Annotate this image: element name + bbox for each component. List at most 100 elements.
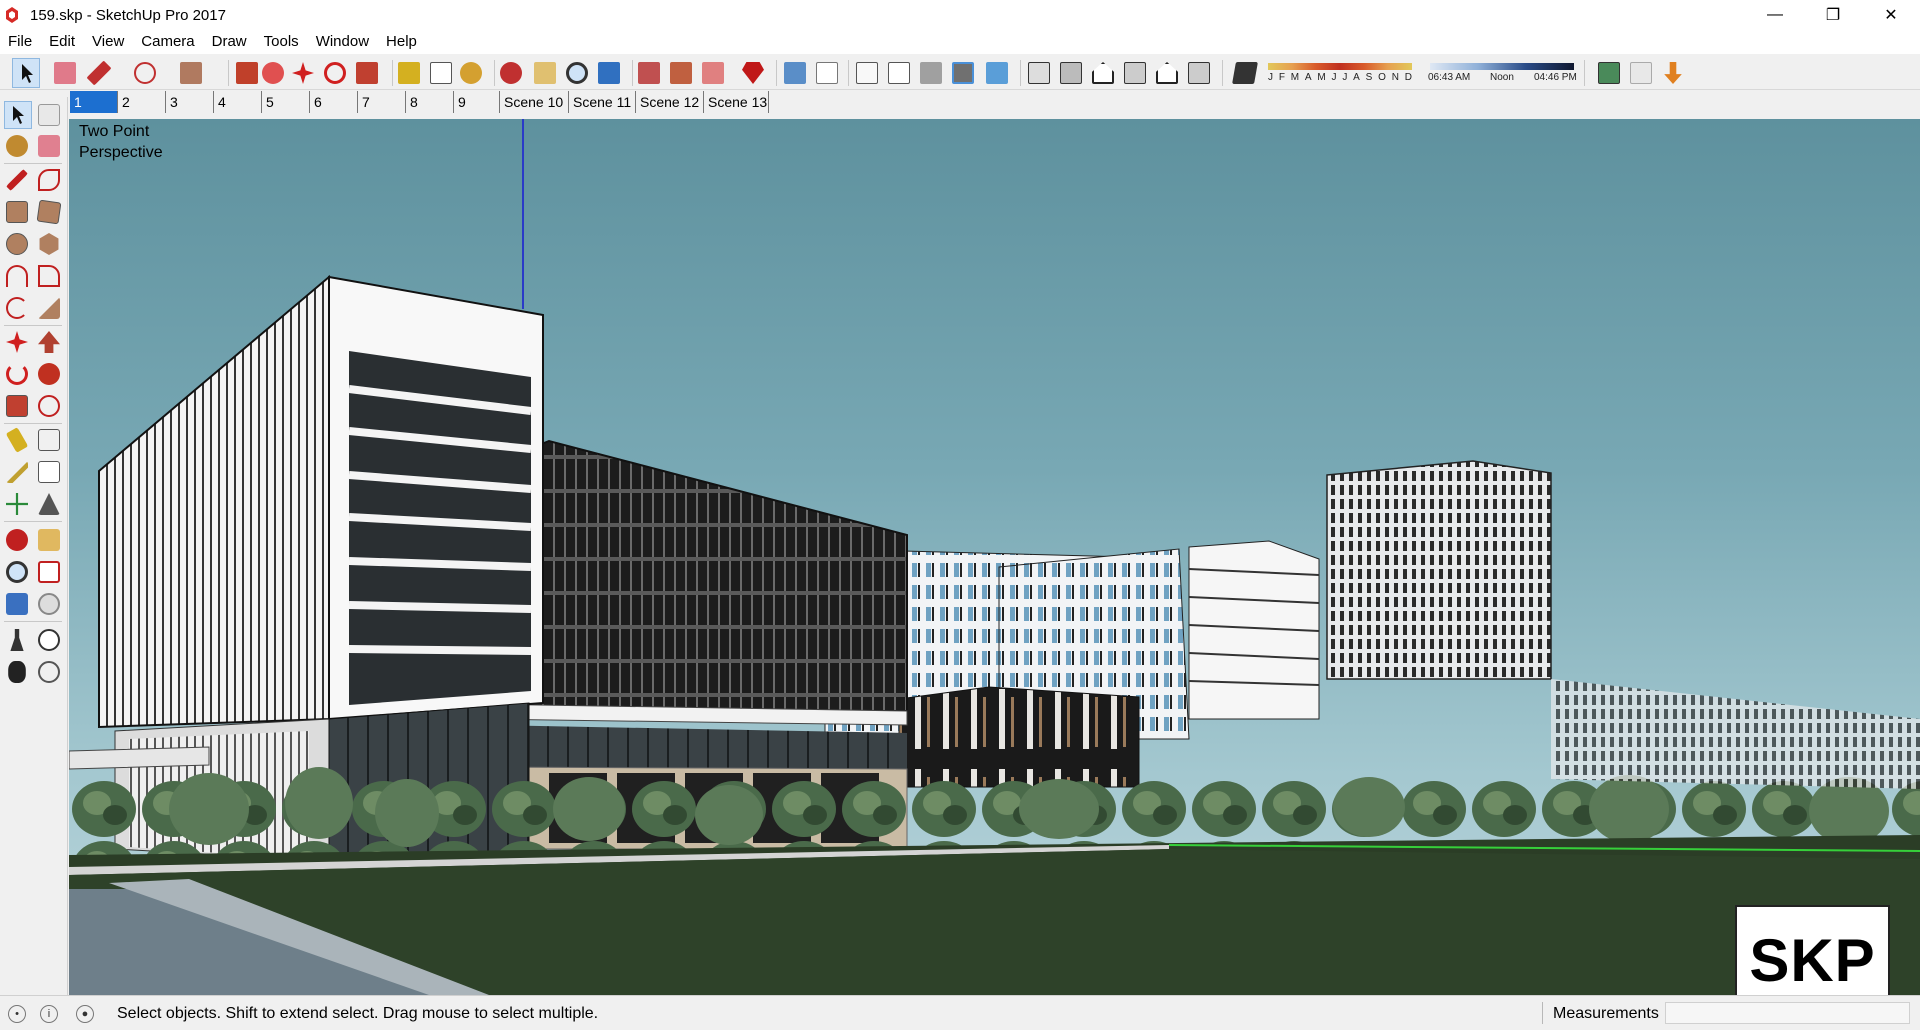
measurements-input[interactable]: [1665, 1002, 1910, 1024]
orbit-icon[interactable]: [6, 529, 28, 551]
3d-text-icon[interactable]: [38, 493, 60, 515]
back-edges-icon[interactable]: [816, 62, 838, 84]
move-icon[interactable]: [6, 331, 28, 353]
scene-tab-12[interactable]: Scene 12: [636, 91, 704, 113]
scene-tab-11[interactable]: Scene 11: [569, 91, 636, 113]
2-point-arc-icon[interactable]: [38, 265, 60, 287]
menu-tools[interactable]: Tools: [256, 31, 308, 53]
rectangle-icon[interactable]: [180, 62, 202, 84]
menu-draw[interactable]: Draw: [204, 31, 256, 53]
orbit-icon[interactable]: [500, 62, 522, 84]
section-plane-icon[interactable]: [38, 661, 60, 683]
monochrome-icon[interactable]: [986, 62, 1008, 84]
look-around-icon[interactable]: [38, 629, 60, 651]
offset-icon[interactable]: [38, 395, 60, 417]
scene-tab-7[interactable]: 7: [358, 91, 406, 113]
zoom-window-icon[interactable]: [38, 561, 60, 583]
follow-me-icon[interactable]: [38, 363, 60, 385]
menu-window[interactable]: Window: [308, 31, 378, 53]
text-icon[interactable]: [38, 461, 60, 483]
3d-warehouse-icon[interactable]: [638, 62, 660, 84]
menu-help[interactable]: Help: [378, 31, 426, 53]
push-pull-icon[interactable]: [38, 331, 60, 353]
right-view-icon[interactable]: [1124, 62, 1146, 84]
menu-file[interactable]: File: [0, 31, 41, 53]
tape-measure-icon[interactable]: [5, 427, 29, 453]
wireframe-icon[interactable]: [856, 62, 878, 84]
zoom-icon[interactable]: [566, 62, 588, 84]
add-location-icon[interactable]: [1664, 62, 1682, 84]
follow-me-icon[interactable]: [262, 62, 284, 84]
select-tool-button[interactable]: [12, 58, 40, 88]
dimension-icon[interactable]: [38, 429, 60, 451]
user-account-icon[interactable]: ●: [76, 1005, 94, 1023]
scene-tab-8[interactable]: 8: [406, 91, 454, 113]
xray-icon[interactable]: [784, 62, 806, 84]
polygon-icon[interactable]: [39, 233, 59, 255]
iso-view-icon[interactable]: [1028, 62, 1050, 84]
move-icon[interactable]: [292, 62, 314, 84]
protractor-icon[interactable]: [6, 461, 28, 483]
scale-icon[interactable]: [6, 395, 28, 417]
geo-location-icon[interactable]: [1598, 62, 1620, 84]
shadows-toggle-icon[interactable]: [1232, 62, 1258, 84]
scene-tab-6[interactable]: 6: [310, 91, 358, 113]
zoom-extents-icon[interactable]: [598, 62, 620, 84]
photo-textures-icon[interactable]: [1630, 62, 1652, 84]
paint-bucket-icon[interactable]: [6, 135, 28, 157]
arc-icon[interactable]: [6, 265, 28, 287]
3d-viewport[interactable]: Two Point Perspective SKP: [69, 119, 1920, 995]
shaded-icon[interactable]: [920, 62, 942, 84]
select-tool-active[interactable]: [4, 101, 32, 129]
shadow-month-slider[interactable]: [1268, 63, 1412, 70]
top-view-icon[interactable]: [1060, 62, 1082, 84]
menu-camera[interactable]: Camera: [133, 31, 203, 53]
info-credits-icon[interactable]: i: [40, 1005, 58, 1023]
scene-tab-4[interactable]: 4: [214, 91, 262, 113]
zoom-extents-icon[interactable]: [6, 593, 28, 615]
arc-icon[interactable]: [134, 62, 156, 84]
geo-location-status-icon[interactable]: •: [8, 1005, 26, 1023]
rectangle-icon[interactable]: [6, 201, 28, 223]
ruby-console-icon[interactable]: [742, 62, 764, 84]
scene-tab-5[interactable]: 5: [262, 91, 310, 113]
sketchup-app-icon[interactable]: [4, 6, 22, 24]
minimize-button[interactable]: —: [1746, 0, 1804, 30]
restore-button[interactable]: ❐: [1804, 0, 1862, 30]
shadow-time-slider[interactable]: [1430, 63, 1574, 70]
front-view-icon[interactable]: [1092, 62, 1114, 84]
walk-icon[interactable]: [8, 661, 26, 683]
tape-measure-icon[interactable]: [398, 62, 420, 84]
make-component-icon[interactable]: [38, 104, 60, 126]
back-view-icon[interactable]: [1156, 62, 1178, 84]
scene-tab-10[interactable]: Scene 10: [500, 91, 569, 113]
scene-tab-13[interactable]: Scene 13: [704, 91, 769, 113]
share-model-icon[interactable]: [670, 62, 692, 84]
axes-icon[interactable]: [6, 493, 28, 515]
freehand-icon[interactable]: [38, 169, 60, 191]
3-point-arc-icon[interactable]: [6, 297, 28, 319]
position-camera-icon[interactable]: [10, 629, 24, 651]
hidden-line-icon[interactable]: [888, 62, 910, 84]
pie-icon[interactable]: [38, 297, 60, 319]
close-button[interactable]: ✕: [1862, 0, 1920, 30]
rotate-icon[interactable]: [324, 62, 346, 84]
shaded-textures-icon[interactable]: [952, 62, 974, 84]
scene-tab-3[interactable]: 3: [166, 91, 214, 113]
pencil-icon[interactable]: [86, 60, 112, 86]
push-pull-icon[interactable]: [236, 62, 258, 84]
previous-view-icon[interactable]: [38, 593, 60, 615]
eraser-icon[interactable]: [54, 62, 76, 84]
pan-icon[interactable]: [38, 529, 60, 551]
left-view-icon[interactable]: [1188, 62, 1210, 84]
scale-icon[interactable]: [356, 62, 378, 84]
text-icon[interactable]: [430, 62, 452, 84]
scene-tab-1[interactable]: 1: [70, 91, 118, 113]
circle-icon[interactable]: [6, 233, 28, 255]
eraser-icon[interactable]: [38, 135, 60, 157]
line-icon[interactable]: [6, 169, 28, 191]
extension-warehouse-icon[interactable]: [702, 62, 724, 84]
menu-view[interactable]: View: [84, 31, 133, 53]
scene-tab-9[interactable]: 9: [454, 91, 500, 113]
rotate-icon[interactable]: [6, 363, 28, 385]
